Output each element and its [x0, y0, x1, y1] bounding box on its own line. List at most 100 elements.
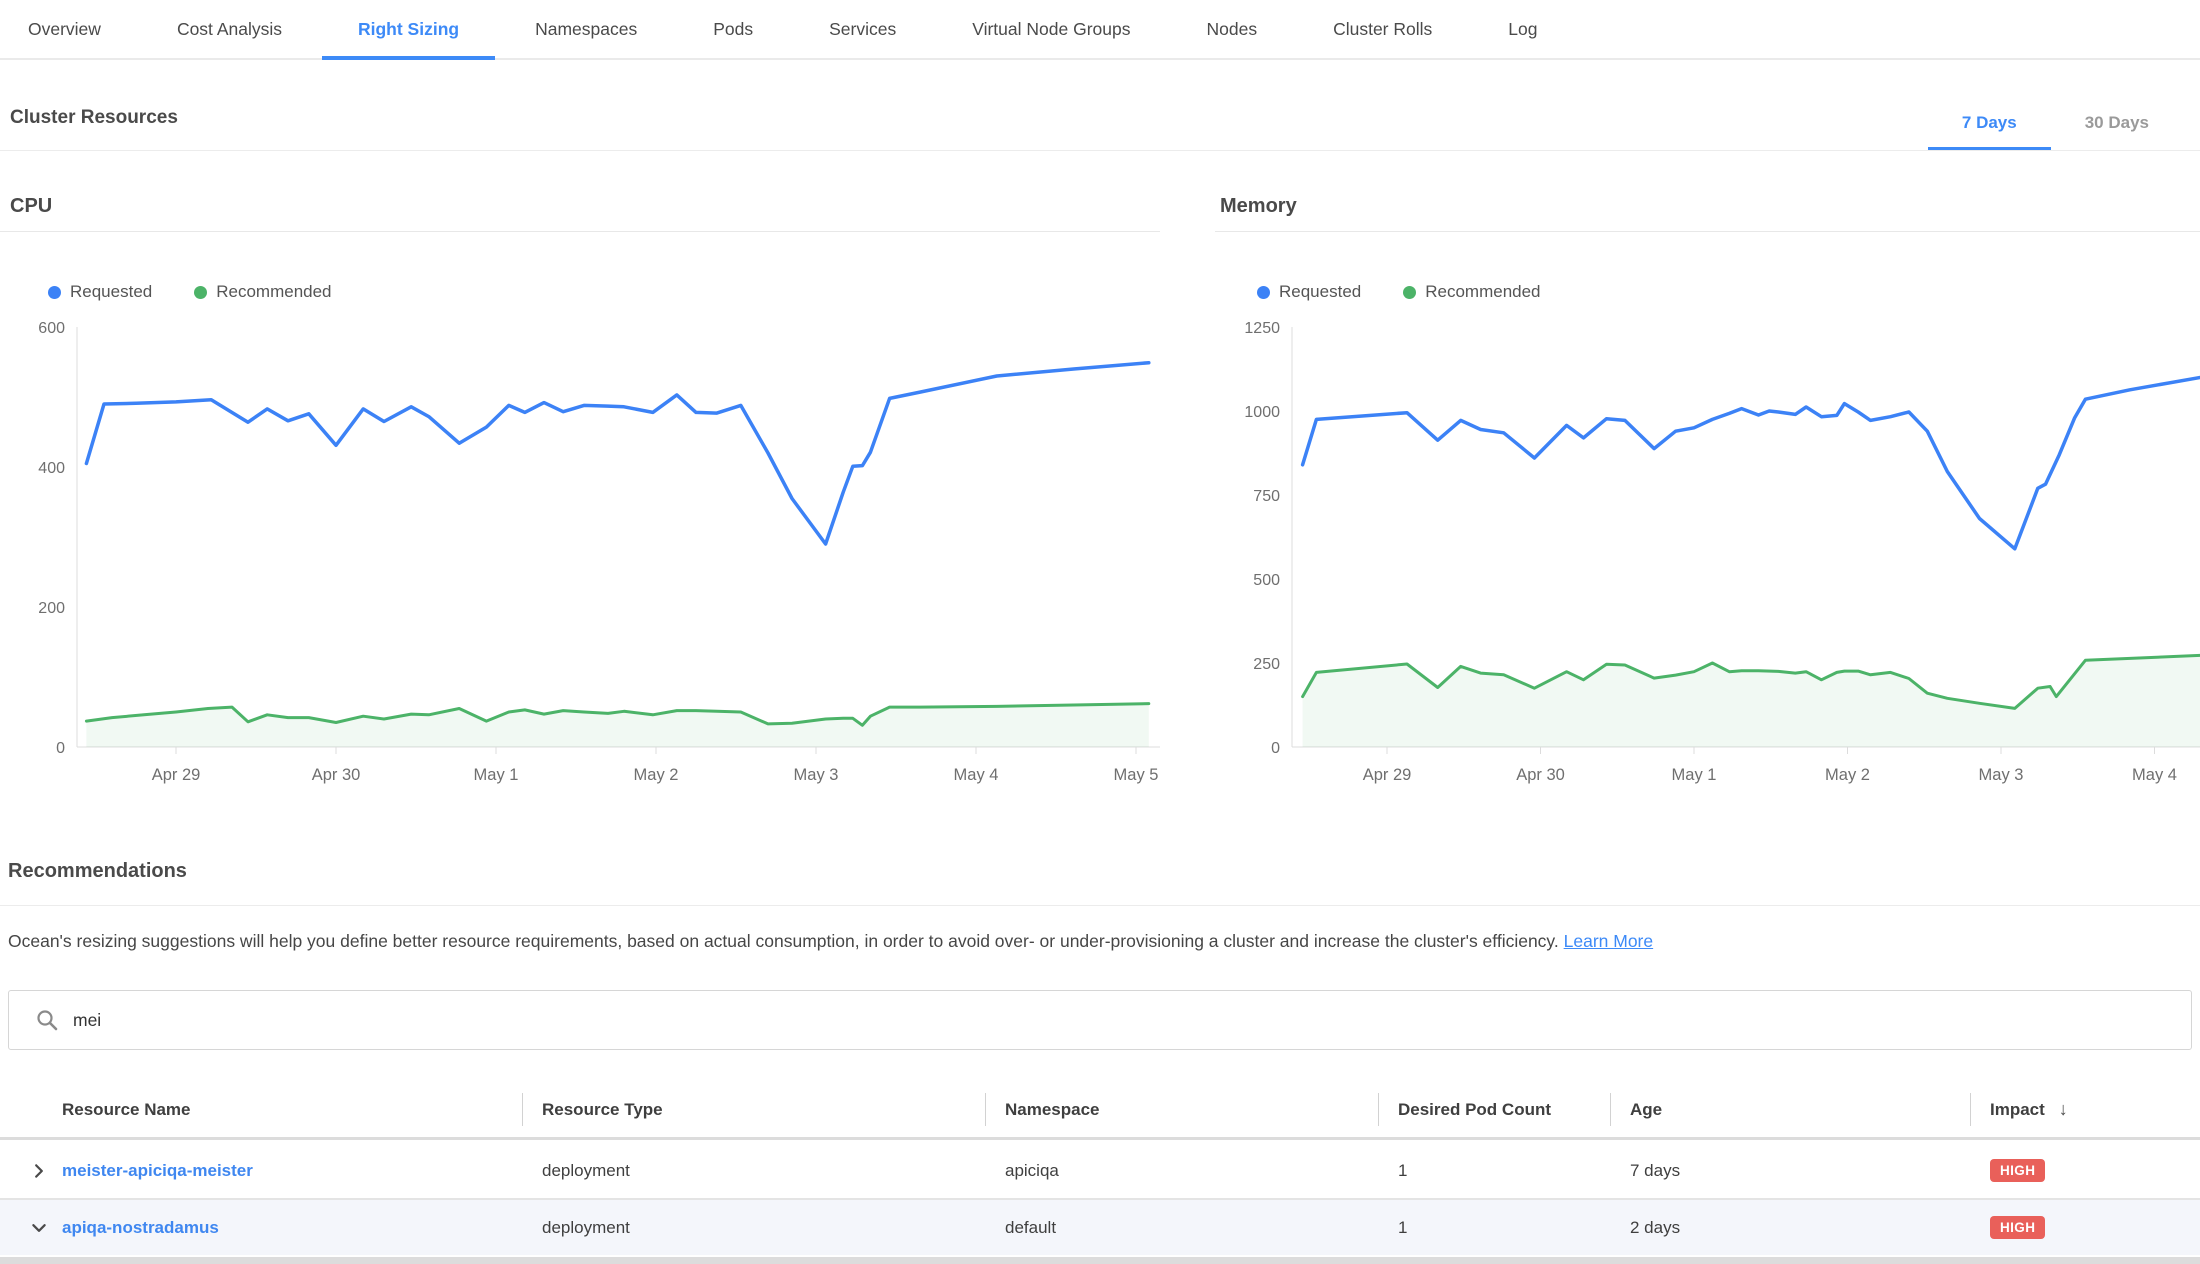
- svg-text:Apr 30: Apr 30: [312, 766, 361, 784]
- namespace-cell: default: [985, 1218, 1378, 1238]
- tab-namespaces[interactable]: Namespaces: [535, 0, 637, 58]
- svg-text:May 2: May 2: [634, 766, 679, 784]
- desired-pod-count-cell: 1: [1378, 1218, 1610, 1238]
- tab-virtual-node-groups[interactable]: Virtual Node Groups: [972, 0, 1130, 58]
- column-divider: [1610, 1093, 1611, 1126]
- chevron-right-icon[interactable]: [0, 1162, 56, 1180]
- legend-item-recommended: Recommended: [194, 282, 331, 302]
- range-tab-7-days[interactable]: 7 Days: [1928, 95, 2051, 150]
- legend-item-requested: Requested: [1257, 282, 1361, 302]
- svg-text:Apr 29: Apr 29: [1363, 766, 1412, 784]
- svg-text:1000: 1000: [1244, 404, 1280, 421]
- column-header-resource-name[interactable]: Resource Name: [56, 1082, 522, 1137]
- tab-right-sizing[interactable]: Right Sizing: [358, 0, 459, 58]
- age-cell: 2 days: [1610, 1218, 1970, 1238]
- range-tab-30-days[interactable]: 30 Days: [2051, 95, 2183, 150]
- column-divider: [1378, 1093, 1379, 1126]
- legend-label: Requested: [1279, 282, 1361, 302]
- learn-more-link[interactable]: Learn More: [1564, 931, 1654, 951]
- search-box[interactable]: [8, 990, 2192, 1050]
- svg-text:750: 750: [1253, 488, 1280, 505]
- column-header-namespace[interactable]: Namespace: [985, 1082, 1378, 1137]
- table-row[interactable]: apiqa-nostradamus deploymentdefault12 day…: [0, 1200, 2200, 1255]
- column-divider: [1970, 1093, 1971, 1126]
- svg-text:400: 400: [38, 460, 65, 477]
- cluster-resources-title: Cluster Resources: [10, 107, 178, 129]
- resource-type-cell: deployment: [522, 1218, 985, 1238]
- svg-text:May 1: May 1: [1672, 766, 1717, 784]
- chevron-down-icon[interactable]: [0, 1219, 56, 1237]
- resource-type-cell: deployment: [522, 1161, 985, 1181]
- memory-chart: 0 250 500 750 1000 1250 Apr 29 Apr 30 May 1 May 2…: [1215, 317, 2200, 787]
- search-icon: [35, 1008, 59, 1032]
- header-divider: [0, 150, 2200, 151]
- tab-services[interactable]: Services: [829, 0, 896, 58]
- memory-chart-section: Memory Requested Recommended 0 250 500 750 10…: [1215, 195, 2200, 787]
- legend-dot-requested: [48, 286, 61, 299]
- tab-cost-analysis[interactable]: Cost Analysis: [177, 0, 282, 58]
- legend-item-requested: Requested: [48, 282, 152, 302]
- impact-cell: HIGH: [1970, 1159, 2200, 1182]
- svg-text:0: 0: [1271, 740, 1280, 757]
- svg-text:500: 500: [1253, 572, 1280, 589]
- cpu-chart-legend: Requested Recommended: [0, 282, 1160, 302]
- svg-text:1250: 1250: [1244, 320, 1280, 337]
- legend-label: Requested: [70, 282, 152, 302]
- svg-text:600: 600: [38, 320, 65, 337]
- svg-text:May 1: May 1: [474, 766, 519, 784]
- age-cell: 7 days: [1610, 1161, 1970, 1181]
- svg-text:May 5: May 5: [1114, 766, 1159, 784]
- column-header-resource-type[interactable]: Resource Type: [522, 1082, 985, 1137]
- expand-column-spacer: [0, 1082, 56, 1137]
- svg-text:May 3: May 3: [1979, 766, 2024, 784]
- search-input[interactable]: [73, 1010, 2191, 1031]
- svg-text:Apr 29: Apr 29: [152, 766, 201, 784]
- resource-name-cell: meister-apiciqa-meister: [56, 1161, 522, 1181]
- impact-cell: HIGH: [1970, 1216, 2200, 1239]
- tab-pods[interactable]: Pods: [713, 0, 753, 58]
- legend-dot-requested: [1257, 286, 1270, 299]
- svg-text:May 2: May 2: [1825, 766, 1870, 784]
- resource-name-link[interactable]: meister-apiciqa-meister: [62, 1161, 253, 1180]
- legend-dot-recommended: [194, 286, 207, 299]
- desired-pod-count-cell: 1: [1378, 1161, 1610, 1181]
- resource-name-link[interactable]: apiqa-nostradamus: [62, 1218, 219, 1237]
- table-body: meister-apiciqa-meisterdeploymentapiciqa…: [0, 1143, 2200, 1255]
- tab-log[interactable]: Log: [1508, 0, 1537, 58]
- tab-nodes[interactable]: Nodes: [1206, 0, 1257, 58]
- svg-text:Apr 30: Apr 30: [1516, 766, 1565, 784]
- svg-text:May 4: May 4: [2132, 766, 2177, 784]
- svg-text:May 3: May 3: [794, 766, 839, 784]
- sort-descending-icon[interactable]: ↓: [2059, 1099, 2068, 1120]
- cpu-chart-title: CPU: [0, 195, 1160, 232]
- column-header-age[interactable]: Age: [1610, 1082, 1970, 1137]
- legend-label: Recommended: [216, 282, 331, 302]
- column-header-impact[interactable]: Impact ↓: [1970, 1082, 2200, 1137]
- resource-name-cell: apiqa-nostradamus: [56, 1218, 522, 1238]
- expanded-row-divider: [0, 1257, 2200, 1264]
- tab-cluster-rolls[interactable]: Cluster Rolls: [1333, 0, 1432, 58]
- memory-chart-title: Memory: [1215, 195, 2200, 232]
- impact-badge-high: HIGH: [1990, 1159, 2045, 1182]
- tab-overview[interactable]: Overview: [28, 0, 101, 58]
- legend-label: Recommended: [1425, 282, 1540, 302]
- impact-badge-high: HIGH: [1990, 1216, 2045, 1239]
- svg-text:250: 250: [1253, 656, 1280, 673]
- recommendations-title: Recommendations: [8, 860, 187, 883]
- table-header: Resource Name Resource Type Namespace De…: [0, 1082, 2200, 1140]
- recommendations-divider: [0, 905, 2200, 906]
- recommendations-description: Ocean's resizing suggestions will help y…: [8, 931, 1653, 952]
- legend-item-recommended: Recommended: [1403, 282, 1540, 302]
- legend-dot-recommended: [1403, 286, 1416, 299]
- cpu-chart-section: CPU RequestedRecommended 0200400600Apr 2…: [0, 195, 1160, 787]
- column-divider: [522, 1093, 523, 1126]
- cpu-chart: 0200400600Apr 29Apr 30May 1May 2May 3May…: [0, 317, 1160, 787]
- table-row[interactable]: meister-apiciqa-meister deploymentapiciqa…: [0, 1143, 2200, 1200]
- memory-chart-legend: Requested Recommended: [1215, 282, 2200, 302]
- recommendations-description-text: Ocean's resizing suggestions will help y…: [8, 931, 1559, 951]
- svg-text:May 4: May 4: [954, 766, 999, 784]
- time-range-tabs: 7 Days30 Days: [1928, 95, 2183, 150]
- column-header-desired-pod-count[interactable]: Desired Pod Count: [1378, 1082, 1610, 1137]
- svg-text:200: 200: [38, 600, 65, 617]
- namespace-cell: apiciqa: [985, 1161, 1378, 1181]
